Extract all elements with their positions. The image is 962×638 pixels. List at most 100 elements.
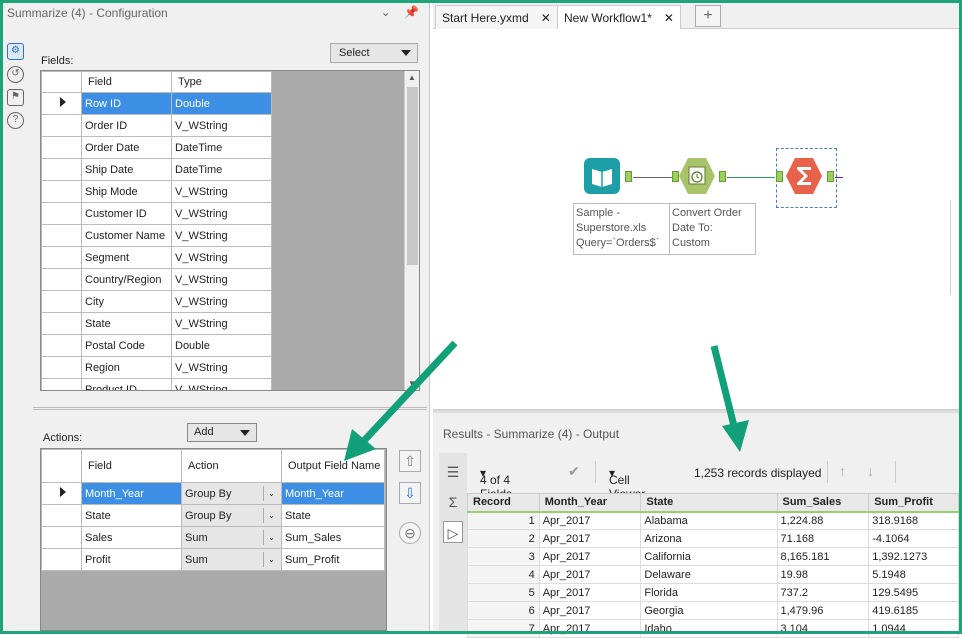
field-name-cell[interactable]: Product ID <box>81 378 172 390</box>
row-selector[interactable] <box>41 180 82 203</box>
month-year-cell[interactable]: Apr_2017 <box>538 565 642 584</box>
sum-sales-cell[interactable]: 3.104 <box>776 619 870 638</box>
action-row[interactable]: Profit Sum ⌄ Sum_Profit <box>41 548 385 571</box>
header-record[interactable]: Record <box>467 493 540 513</box>
field-type-cell[interactable]: V_WString <box>171 312 272 335</box>
header-type[interactable]: Type <box>171 71 272 93</box>
action-field-cell[interactable]: Profit <box>81 548 182 571</box>
month-year-cell[interactable]: Apr_2017 <box>538 529 642 548</box>
field-name-cell[interactable]: Customer Name <box>81 224 172 247</box>
row-selector[interactable] <box>41 504 82 527</box>
row-selector[interactable] <box>41 224 82 247</box>
field-name-cell[interactable]: Postal Code <box>81 334 172 357</box>
action-row[interactable]: Month_Year Group By ⌄ Month_Year <box>41 482 385 505</box>
datetime-tool[interactable] <box>679 158 715 194</box>
input-data-tool[interactable] <box>584 158 620 194</box>
result-row[interactable]: 6 Apr_2017 Georgia 1,479.96 419.6185 <box>467 601 959 620</box>
pin-icon[interactable]: 📌 <box>404 5 419 19</box>
field-type-cell[interactable]: V_WString <box>171 268 272 291</box>
sum-profit-cell[interactable]: 419.6185 <box>868 601 959 620</box>
header-field[interactable]: Field <box>81 449 182 483</box>
row-selector[interactable] <box>41 268 82 291</box>
action-dropdown[interactable]: Sum ⌄ <box>181 548 282 571</box>
arrow-up-icon[interactable]: ↑ <box>839 463 846 479</box>
field-name-cell[interactable]: Ship Date <box>81 158 172 181</box>
action-field-cell[interactable]: State <box>81 504 182 527</box>
field-type-cell[interactable]: V_WString <box>171 114 272 137</box>
field-type-cell[interactable]: V_WString <box>171 224 272 247</box>
field-name-cell[interactable]: Segment <box>81 246 172 269</box>
action-row[interactable]: Sales Sum ⌄ Sum_Sales <box>41 526 385 549</box>
result-row[interactable]: 5 Apr_2017 Florida 737.2 129.5495 <box>467 583 959 602</box>
sum-sales-cell[interactable]: 71.168 <box>776 529 870 548</box>
output-anchor[interactable] <box>827 171 834 182</box>
field-row[interactable]: Customer Name V_WString <box>41 224 272 247</box>
sum-sales-cell[interactable]: 1,224.88 <box>776 511 870 530</box>
result-row[interactable]: 2 Apr_2017 Arizona 71.168 -4.1064 <box>467 529 959 548</box>
field-name-cell[interactable]: Order Date <box>81 136 172 159</box>
field-row[interactable]: Row ID Double <box>41 92 272 115</box>
output-connection-icon[interactable]: ↺ <box>7 66 24 83</box>
sigma-icon[interactable]: Σ <box>443 491 463 513</box>
tag-icon[interactable]: ⚑ <box>7 89 24 106</box>
header-month-year[interactable]: Month_Year <box>538 493 642 513</box>
add-dropdown[interactable]: Add <box>187 423 257 442</box>
header-sum-profit[interactable]: Sum_Profit <box>868 493 959 513</box>
field-type-cell[interactable]: Double <box>171 334 272 357</box>
field-row[interactable]: Order Date DateTime <box>41 136 272 159</box>
tab-start-here[interactable]: Start Here.yxmd ✕ <box>435 5 558 29</box>
result-row[interactable]: 3 Apr_2017 California 8,165.181 1,392.1273 <box>467 547 959 566</box>
month-year-cell[interactable]: Apr_2017 <box>538 601 642 620</box>
viewer-selector[interactable]: Cell Viewer ▾ <box>609 466 645 501</box>
output-name-cell[interactable]: Sum_Profit <box>281 548 385 571</box>
sum-profit-cell[interactable]: 129.5495 <box>868 583 959 602</box>
sum-profit-cell[interactable]: 1,392.1273 <box>868 547 959 566</box>
state-cell[interactable]: Florida <box>640 583 778 602</box>
month-year-cell[interactable]: Apr_2017 <box>538 619 642 638</box>
field-type-cell[interactable]: DateTime <box>171 136 272 159</box>
field-type-cell[interactable]: Double <box>171 92 272 115</box>
output-anchor[interactable] <box>625 171 632 182</box>
field-row[interactable]: Region V_WString <box>41 356 272 379</box>
sum-profit-cell[interactable]: 5.1948 <box>868 565 959 584</box>
workflow-canvas[interactable]: Sample - Superstore.xls Query=`Orders$` … <box>436 30 956 408</box>
record-cell[interactable]: 2 <box>467 529 540 548</box>
sum-profit-cell[interactable]: 318.9168 <box>868 511 959 530</box>
chevron-down-icon[interactable]: ⌄ <box>381 5 391 19</box>
row-selector[interactable] <box>41 312 82 335</box>
header-state[interactable]: State <box>640 493 778 513</box>
field-row[interactable]: Ship Date DateTime <box>41 158 272 181</box>
row-selector[interactable] <box>41 290 82 313</box>
month-year-cell[interactable]: Apr_2017 <box>538 547 642 566</box>
row-selector[interactable] <box>41 526 82 549</box>
row-selector[interactable] <box>41 92 82 115</box>
sum-sales-cell[interactable]: 737.2 <box>776 583 870 602</box>
result-row[interactable]: 1 Apr_2017 Alabama 1,224.88 318.9168 <box>467 511 959 530</box>
sum-sales-cell[interactable]: 19.98 <box>776 565 870 584</box>
state-cell[interactable]: Idaho <box>640 619 778 638</box>
output-anchor[interactable] <box>719 171 726 182</box>
field-type-cell[interactable]: V_WString <box>171 180 272 203</box>
record-cell[interactable]: 1 <box>467 511 540 530</box>
field-type-cell[interactable]: V_WString <box>171 246 272 269</box>
row-selector[interactable] <box>41 378 82 390</box>
field-type-cell[interactable]: V_WString <box>171 378 272 390</box>
output-name-cell[interactable]: State <box>281 504 385 527</box>
state-cell[interactable]: Georgia <box>640 601 778 620</box>
field-name-cell[interactable]: Ship Mode <box>81 180 172 203</box>
field-type-cell[interactable]: V_WString <box>171 356 272 379</box>
select-dropdown[interactable]: Select <box>330 43 418 63</box>
close-icon[interactable]: ✕ <box>664 11 674 25</box>
field-row[interactable]: Customer ID V_WString <box>41 202 272 225</box>
field-type-cell[interactable]: DateTime <box>171 158 272 181</box>
field-row[interactable]: Order ID V_WString <box>41 114 272 137</box>
row-selector[interactable] <box>41 246 82 269</box>
input-anchor[interactable] <box>672 171 679 182</box>
action-dropdown[interactable]: Group By ⌄ <box>181 504 282 527</box>
month-year-cell[interactable]: Apr_2017 <box>538 583 642 602</box>
scroll-thumb[interactable] <box>407 87 418 265</box>
state-cell[interactable]: California <box>640 547 778 566</box>
row-selector[interactable] <box>41 482 82 505</box>
add-tab-button[interactable]: + <box>695 5 721 27</box>
output-name-cell[interactable]: Month_Year <box>281 482 385 505</box>
